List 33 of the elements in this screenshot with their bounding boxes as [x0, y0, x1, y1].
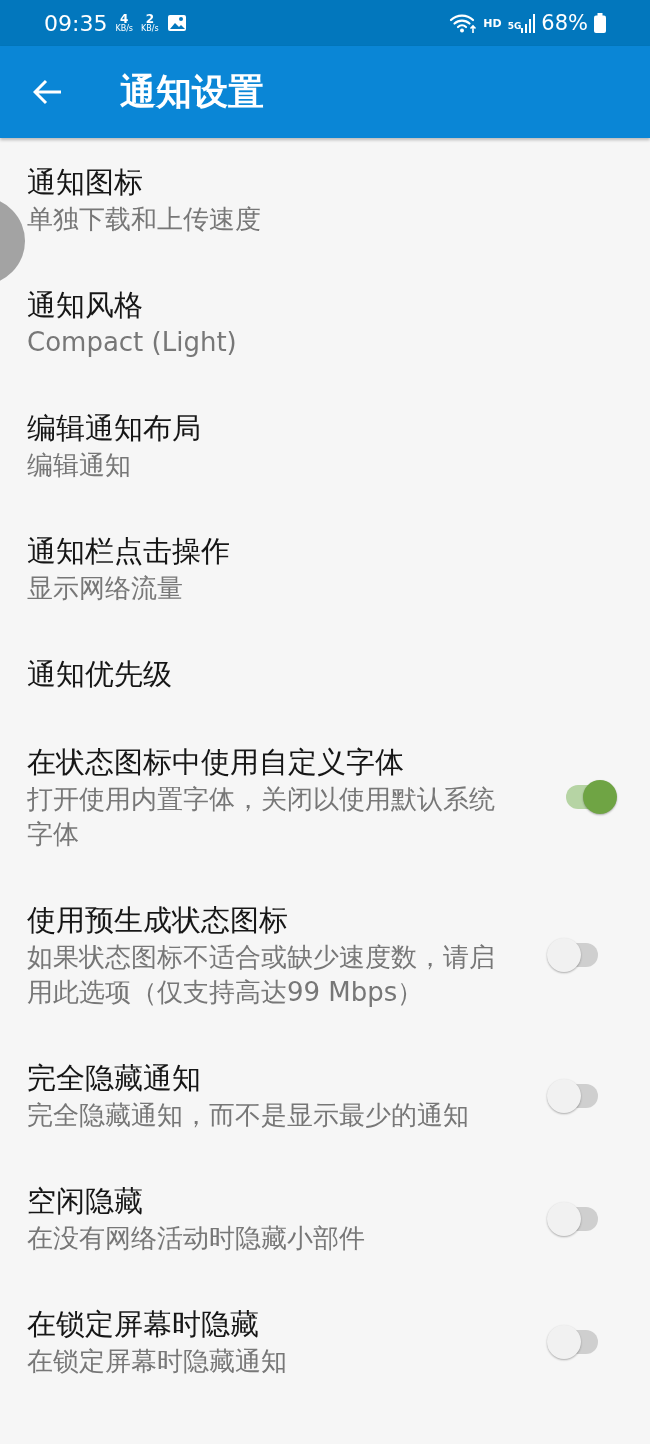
setting-description: Compact (Light)	[27, 326, 238, 359]
speed-value: 2	[145, 13, 154, 25]
image-icon	[166, 14, 187, 32]
setting-description: 显示网络流量	[27, 572, 184, 605]
speed-value: 4	[120, 13, 129, 25]
setting-title: 在状态图标中使用自定义字体	[27, 744, 405, 781]
speed-unit: KB/s	[115, 25, 133, 33]
setting-title: 通知图标	[27, 164, 144, 201]
setting-title: 空闲隐藏	[27, 1183, 144, 1220]
setting-title: 通知风格	[27, 287, 144, 324]
setting-description: 单独下载和上传速度	[27, 203, 262, 236]
network-label: 5G	[507, 21, 522, 31]
setting-title: 编辑通知布局	[27, 410, 202, 447]
battery-percent: 68%	[541, 11, 588, 35]
setting-description: 在没有网络活动时隐藏小部件	[27, 1222, 366, 1255]
setting-title: 通知栏点击操作	[27, 533, 231, 570]
setting-description: 编辑通知	[27, 449, 132, 482]
setting-description: 在锁定屏幕时隐藏通知	[27, 1345, 288, 1378]
clock: 09:35	[44, 10, 108, 36]
setting-description: 如果状态图标不适合或缺少速度数，请启用此选项（仅支持高达99 Mbps）	[27, 941, 496, 1009]
screen-title: 通知设置	[120, 69, 264, 114]
back-arrow-icon[interactable]	[33, 79, 63, 105]
setting-description: 完全隐藏通知，而不是显示最少的通知	[27, 1099, 470, 1132]
speed-unit: KB/s	[141, 25, 159, 33]
setting-title: 使用预生成状态图标	[27, 902, 289, 939]
signal-icon	[521, 12, 536, 34]
setting-title: 在锁定屏幕时隐藏	[27, 1306, 260, 1343]
setting-description: 打开使用内置字体，关闭以使用默认系统字体	[27, 783, 496, 851]
setting-title: 完全隐藏通知	[27, 1060, 202, 1097]
battery-icon	[594, 13, 606, 33]
setting-title: 通知优先级	[27, 656, 173, 693]
hd-label: HD	[483, 16, 502, 30]
wifi-icon	[449, 12, 478, 34]
